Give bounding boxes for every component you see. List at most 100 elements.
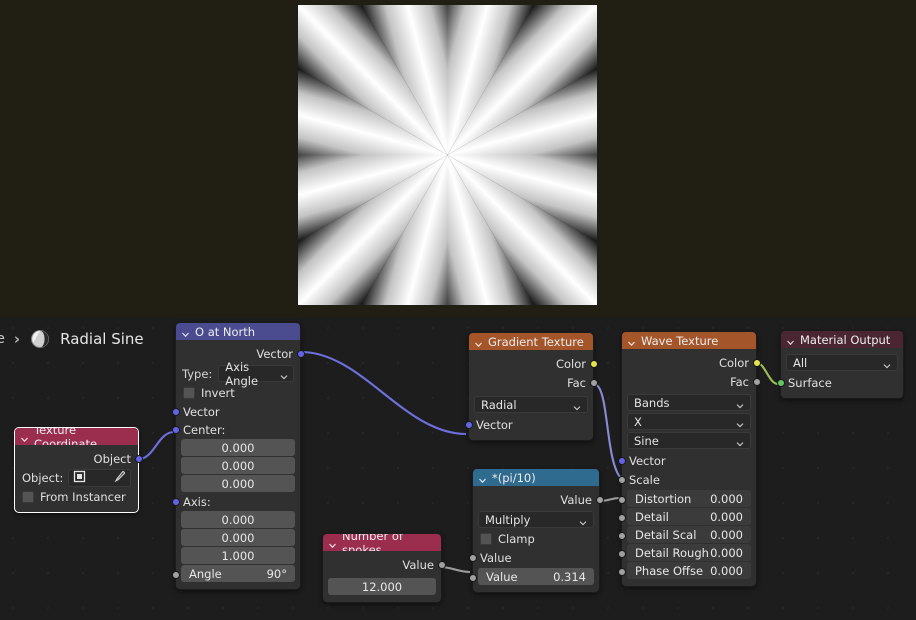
node-title: Wave Texture	[641, 333, 719, 348]
input-row-vector[interactable]: Vector	[617, 451, 756, 470]
node-wave-texture[interactable]: Wave Texture Color Fac Bands X Sine Vect…	[617, 331, 761, 587]
output-label-color: Color	[555, 356, 586, 371]
input-row-scale[interactable]: Scale	[617, 470, 756, 489]
eyedropper-icon[interactable]	[113, 470, 126, 486]
node-header-gradient-texture[interactable]: Gradient Texture	[469, 333, 593, 350]
axis-z-field[interactable]: 1.000	[181, 547, 295, 564]
spokes-value-field[interactable]: 12.000	[328, 578, 436, 595]
from-instancer-checkbox[interactable]	[22, 491, 34, 503]
value-b-field[interactable]: Value 0.314	[478, 568, 594, 585]
output-row-color[interactable]: Color	[622, 353, 761, 372]
input-label-scale: Scale	[629, 472, 660, 487]
center-label: Center:	[183, 423, 226, 437]
object-picker-row[interactable]: Object:	[15, 468, 138, 488]
node-material-output[interactable]: Material Output All Surface	[776, 330, 904, 399]
radial-sine-preview-image	[298, 5, 597, 305]
output-row-value[interactable]: Value	[473, 490, 604, 509]
output-row-color[interactable]: Color	[469, 354, 598, 373]
angle-field[interactable]: Angle 90°	[181, 565, 295, 582]
chevron-down-icon[interactable]	[627, 337, 636, 347]
input-row-value-a[interactable]: Value	[468, 548, 599, 567]
socket-vector-input[interactable]	[171, 407, 180, 416]
bands-direction-dropdown[interactable]: X	[627, 413, 751, 430]
chevron-down-icon[interactable]	[20, 433, 29, 443]
chevron-down-icon[interactable]	[328, 539, 337, 549]
detail-scal-field[interactable]: Detail Scal 0.000	[627, 526, 751, 543]
wave-type-dropdown[interactable]: Bands	[627, 394, 751, 411]
socket-phase-offse-input[interactable]	[617, 568, 626, 576]
wave-profile-dropdown[interactable]: Sine	[627, 432, 751, 449]
socket-scale-input[interactable]	[617, 475, 626, 484]
breadcrumb-truncated-item[interactable]: e	[0, 331, 5, 347]
socket-value-a-input[interactable]	[468, 553, 477, 562]
socket-distortion-input[interactable]	[617, 496, 626, 504]
node-texture-coordinate[interactable]: Texture Coordinate Object Object: From I…	[14, 427, 143, 513]
chevron-down-icon[interactable]	[786, 336, 795, 346]
socket-vector-output[interactable]	[296, 349, 305, 358]
chevron-down-icon[interactable]	[478, 474, 487, 484]
node-o-at-north[interactable]: O at North Vector Type: Axis Angle Inver…	[171, 322, 305, 590]
output-row-object[interactable]: Object	[15, 449, 143, 468]
axis-y-field[interactable]: 0.000	[181, 529, 295, 546]
axis-x-field[interactable]: 0.000	[181, 511, 295, 528]
center-z-field[interactable]: 0.000	[181, 475, 295, 492]
output-label-value: Value	[402, 557, 434, 572]
input-row-surface[interactable]: Surface	[776, 373, 903, 392]
chevron-down-icon[interactable]	[474, 338, 483, 348]
node-header-material-output[interactable]: Material Output	[781, 331, 903, 348]
socket-vector-input[interactable]	[617, 456, 626, 465]
node-number-of-spokes[interactable]: Number of spokes Value 12.000	[322, 533, 446, 603]
input-row-vector[interactable]: Vector	[171, 402, 300, 421]
detail-field[interactable]: Detail 0.000	[627, 508, 751, 525]
clamp-row[interactable]: Clamp	[473, 530, 599, 548]
object-data-icon	[73, 470, 86, 486]
socket-angle-input[interactable]	[171, 571, 180, 579]
socket-detail-scal-input[interactable]	[617, 532, 626, 540]
chevron-down-icon	[883, 359, 891, 368]
invert-checkbox[interactable]	[183, 387, 195, 399]
node-header-wave-texture[interactable]: Wave Texture	[622, 332, 756, 349]
value-b-value: 0.314	[553, 569, 586, 584]
shader-node-editor[interactable]: e › Radial Sine Texture Coordinate Objec…	[0, 318, 916, 620]
socket-value-output[interactable]	[437, 560, 446, 569]
node-gradient-texture[interactable]: Gradient Texture Color Fac Radial Vector	[464, 332, 598, 441]
phase-offse-field[interactable]: Phase Offse 0.000	[627, 562, 751, 579]
socket-value-output[interactable]	[595, 495, 604, 504]
socket-fac-output[interactable]	[589, 378, 598, 387]
output-row-fac[interactable]: Fac	[469, 373, 598, 392]
operation-dropdown[interactable]: Multiply	[478, 511, 594, 528]
from-instancer-row[interactable]: From Instancer	[15, 488, 138, 506]
socket-detail-input[interactable]	[617, 514, 626, 522]
node-header-o-at-north[interactable]: O at North	[176, 323, 300, 340]
output-row-value[interactable]: Value	[323, 555, 446, 574]
socket-axis-input[interactable]	[171, 497, 180, 506]
socket-vector-input[interactable]	[464, 420, 473, 429]
socket-color-output[interactable]	[752, 358, 761, 367]
chevron-down-icon[interactable]	[181, 328, 190, 338]
detail-rough-field[interactable]: Detail Rough 0.000	[627, 544, 751, 561]
socket-center-input[interactable]	[171, 425, 180, 434]
gradient-type-dropdown[interactable]: Radial	[474, 396, 588, 413]
axis-label: Axis:	[183, 495, 211, 509]
socket-color-output[interactable]	[589, 359, 598, 368]
node-header-multiply-pi10[interactable]: *(pi/10)	[473, 469, 599, 486]
node-header-number-of-spokes[interactable]: Number of spokes	[323, 534, 441, 551]
socket-surface-input[interactable]	[776, 378, 785, 387]
input-row-vector[interactable]: Vector	[464, 415, 593, 434]
type-dropdown[interactable]: Axis Angle	[218, 360, 294, 388]
type-dropdown-row[interactable]: Type: Axis Angle	[176, 360, 300, 388]
output-row-fac[interactable]: Fac	[622, 372, 761, 391]
center-y-field[interactable]: 0.000	[181, 457, 295, 474]
node-header-texture-coordinate[interactable]: Texture Coordinate	[15, 428, 138, 445]
socket-value-b-input[interactable]	[468, 574, 477, 582]
node-multiply-pi10[interactable]: *(pi/10) Value Multiply Clamp Value Valu…	[468, 468, 604, 593]
socket-detail-rough-input[interactable]	[617, 550, 626, 558]
socket-fac-output[interactable]	[752, 377, 761, 386]
node-title: Number of spokes	[342, 534, 403, 551]
clamp-checkbox[interactable]	[480, 533, 492, 545]
object-field[interactable]	[68, 469, 131, 487]
center-x-field[interactable]: 0.000	[181, 439, 295, 456]
distortion-field[interactable]: Distortion 0.000	[627, 490, 751, 507]
socket-object-output[interactable]	[134, 454, 143, 463]
target-dropdown[interactable]: All	[786, 354, 898, 371]
